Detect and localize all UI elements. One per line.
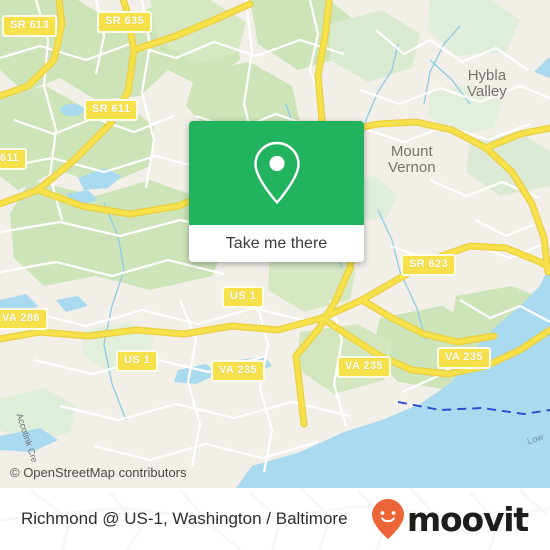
page-footer: Richmond @ US-1, Washington / Baltimore … (0, 488, 550, 550)
moovit-smiley-pin-icon (371, 499, 404, 539)
station-title: Richmond @ US-1, Washington / Baltimore (21, 509, 348, 528)
road-shield: US 1 (116, 350, 159, 372)
screenshot-root: SR 613 SR 635 SR 611 611 VA 286 US 1 US … (0, 0, 550, 550)
road-shield: 611 (0, 148, 27, 170)
place-label-mount-vernon: Mount Vernon (388, 143, 436, 176)
road-shield: SR 623 (401, 254, 457, 276)
road-shield: SR 635 (97, 11, 153, 33)
road-shield: VA 235 (337, 356, 391, 378)
place-label-hybla-valley: Hybla Valley (467, 67, 507, 100)
osm-attribution[interactable]: © OpenStreetMap contributors (10, 465, 187, 480)
card-footer[interactable]: Take me there (189, 225, 364, 262)
road-shield: SR 611 (84, 99, 139, 121)
road-shield: VA 286 (0, 308, 48, 330)
take-me-there-label: Take me there (225, 234, 328, 252)
road-shield: VA 235 (437, 347, 491, 369)
road-shield: SR 613 (2, 15, 58, 37)
card-header (189, 121, 364, 225)
destination-card[interactable]: Take me there (189, 121, 364, 262)
map-pin-icon (253, 141, 300, 205)
moovit-logo[interactable]: moovit (371, 498, 529, 540)
road-shield: US 1 (222, 286, 265, 308)
moovit-wordmark: moovit (406, 499, 529, 539)
road-shield: VA 235 (211, 360, 265, 382)
